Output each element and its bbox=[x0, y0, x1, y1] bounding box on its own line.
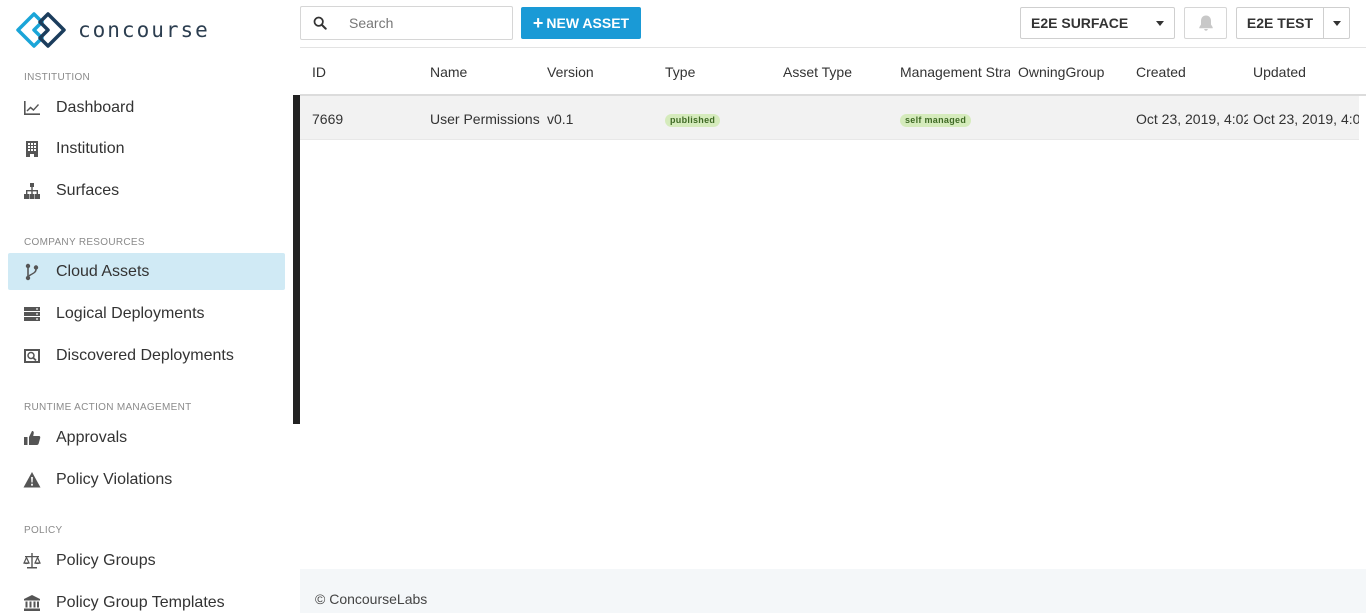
brand-name: concourse bbox=[78, 18, 210, 42]
column-header-id[interactable]: ID bbox=[312, 64, 326, 80]
column-header-version[interactable]: Version bbox=[547, 64, 594, 80]
server-icon bbox=[22, 305, 42, 323]
sidebar-item-label: Dashboard bbox=[56, 98, 135, 116]
sidebar-item-discovered-deployments[interactable]: Discovered Deployments bbox=[8, 337, 285, 374]
sidebar-item-label: Discovered Deployments bbox=[56, 346, 234, 364]
cell-id: 7669 bbox=[312, 111, 344, 127]
sidebar-item-label: Institution bbox=[56, 139, 125, 157]
sidebar-item-label: Approvals bbox=[56, 428, 128, 446]
cell-version: v0.1 bbox=[547, 111, 574, 127]
sidebar-item-label: Policy Group Templates bbox=[56, 593, 225, 611]
sidebar-item-cloud-assets[interactable]: Cloud Assets bbox=[8, 253, 285, 290]
sitemap-icon bbox=[22, 182, 42, 200]
cell-name: User Permissions bbox=[430, 111, 540, 127]
sidebar-scrollbar[interactable] bbox=[293, 95, 300, 424]
search-icon bbox=[313, 16, 327, 30]
chevron-down-icon bbox=[1156, 21, 1164, 26]
column-header-asset-type[interactable]: Asset Type bbox=[783, 64, 852, 80]
search-box[interactable] bbox=[300, 6, 513, 40]
chart-line-icon bbox=[22, 99, 42, 117]
column-header-owning-group[interactable]: OwningGroup bbox=[1018, 64, 1104, 80]
plus-icon: + bbox=[532, 13, 544, 33]
sidebar-item-label: Policy Violations bbox=[56, 470, 173, 488]
sidebar-item-policy-violations[interactable]: Policy Violations bbox=[8, 461, 285, 498]
table-row[interactable]: 7669 User Permissions v0.1 published sel… bbox=[300, 96, 1359, 140]
sidebar: concourse INSTITUTION Dashboard Institut… bbox=[0, 0, 300, 613]
column-header-created[interactable]: Created bbox=[1136, 64, 1186, 80]
search-input[interactable] bbox=[349, 15, 499, 31]
discovered-icon bbox=[22, 347, 42, 365]
notifications-button[interactable] bbox=[1184, 7, 1227, 39]
column-header-name[interactable]: Name bbox=[430, 64, 467, 80]
table-header: ID Name Version Type Asset Type Manageme… bbox=[300, 47, 1366, 96]
sidebar-item-label: Cloud Assets bbox=[56, 262, 150, 280]
assets-table: ID Name Version Type Asset Type Manageme… bbox=[300, 47, 1366, 140]
section-title-policy: POLICY bbox=[24, 525, 63, 536]
new-asset-button[interactable]: + NEW ASSET bbox=[521, 7, 641, 39]
sidebar-item-dashboard[interactable]: Dashboard bbox=[8, 89, 285, 126]
user-menu-button[interactable]: E2E TEST bbox=[1236, 7, 1324, 39]
surface-select[interactable]: E2E SURFACE bbox=[1020, 7, 1175, 39]
sidebar-item-logical-deployments[interactable]: Logical Deployments bbox=[8, 295, 285, 332]
institution-icon bbox=[22, 594, 42, 612]
bell-icon bbox=[1198, 15, 1213, 31]
sidebar-item-approvals[interactable]: Approvals bbox=[8, 419, 285, 456]
brand-logo[interactable]: concourse bbox=[16, 12, 210, 48]
sidebar-item-label: Logical Deployments bbox=[56, 304, 205, 322]
management-badge: self managed bbox=[900, 114, 972, 127]
surface-select-value: E2E SURFACE bbox=[1031, 15, 1129, 31]
section-title-institution: INSTITUTION bbox=[24, 72, 91, 83]
sidebar-item-institution[interactable]: Institution bbox=[8, 130, 285, 167]
sidebar-item-policy-groups[interactable]: Policy Groups bbox=[8, 542, 285, 579]
footer-copyright: © ConcourseLabs bbox=[315, 591, 428, 607]
sidebar-item-policy-group-templates[interactable]: Policy Group Templates bbox=[8, 584, 285, 613]
sidebar-item-label: Policy Groups bbox=[56, 551, 156, 569]
thumbs-up-icon bbox=[22, 429, 42, 447]
section-title-company-resources: COMPANY RESOURCES bbox=[24, 237, 145, 248]
type-badge: published bbox=[665, 114, 721, 127]
concourse-logo-icon bbox=[16, 12, 66, 48]
column-header-management-strat[interactable]: Management Strat bbox=[900, 64, 1010, 80]
new-asset-label: NEW ASSET bbox=[546, 15, 630, 31]
balance-scale-icon bbox=[22, 552, 42, 570]
footer: © ConcourseLabs bbox=[300, 569, 1366, 613]
column-header-updated[interactable]: Updated bbox=[1253, 64, 1306, 80]
cell-updated: Oct 23, 2019, 4:02 bbox=[1253, 111, 1359, 127]
cell-created: Oct 23, 2019, 4:02 bbox=[1136, 111, 1248, 127]
building-icon bbox=[22, 140, 42, 158]
user-menu-toggle[interactable] bbox=[1323, 7, 1350, 39]
column-header-type[interactable]: Type bbox=[665, 64, 695, 80]
warning-icon bbox=[22, 471, 42, 489]
code-branch-icon bbox=[22, 263, 42, 281]
sidebar-item-surfaces[interactable]: Surfaces bbox=[8, 172, 285, 209]
section-title-runtime-action-management: RUNTIME ACTION MANAGEMENT bbox=[24, 402, 192, 413]
sidebar-item-label: Surfaces bbox=[56, 181, 120, 199]
user-name: E2E TEST bbox=[1246, 15, 1314, 31]
chevron-down-icon bbox=[1333, 21, 1341, 26]
